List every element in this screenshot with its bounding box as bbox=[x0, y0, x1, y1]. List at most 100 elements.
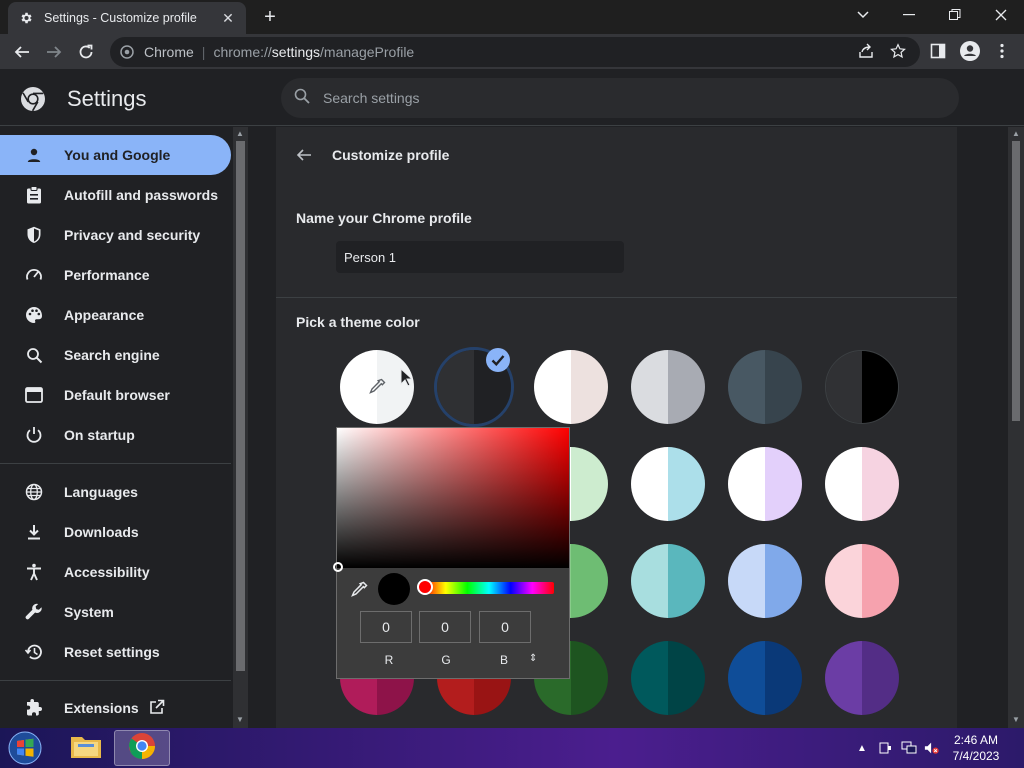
back-icon[interactable] bbox=[8, 38, 36, 66]
red-channel-input[interactable] bbox=[360, 611, 412, 643]
show-hidden-icons-icon[interactable]: ▲ bbox=[854, 740, 870, 756]
gear-icon bbox=[18, 10, 34, 26]
color-swatch[interactable] bbox=[631, 447, 705, 521]
green-channel-input[interactable] bbox=[419, 611, 471, 643]
page-scrollbar-thumb[interactable] bbox=[1012, 141, 1020, 421]
chrome-icon bbox=[128, 732, 156, 765]
sidebar-item-default-browser[interactable]: Default browser bbox=[0, 375, 231, 415]
taskbar-file-explorer[interactable] bbox=[58, 730, 114, 766]
settings-header: Settings bbox=[0, 70, 1024, 126]
profile-name-label: Name your Chrome profile bbox=[296, 210, 472, 226]
swatch-right-half bbox=[571, 544, 608, 618]
taskbar-clock[interactable]: 2:46 AM 7/4/2023 bbox=[948, 732, 1004, 764]
new-tab-button[interactable]: + bbox=[258, 6, 282, 28]
reload-icon[interactable] bbox=[72, 38, 100, 66]
start-button[interactable] bbox=[6, 730, 44, 766]
volume-muted-icon[interactable] bbox=[924, 740, 940, 756]
color-swatch[interactable] bbox=[728, 447, 802, 521]
eyedropper-icon[interactable] bbox=[349, 580, 369, 600]
swatch-right-half bbox=[571, 641, 608, 715]
color-swatch[interactable] bbox=[825, 447, 899, 521]
green-channel-label: G bbox=[441, 653, 451, 667]
forward-icon[interactable] bbox=[40, 38, 68, 66]
accessibility-icon bbox=[24, 562, 44, 582]
browser-tab[interactable]: Settings - Customize profile ✕ bbox=[8, 2, 246, 34]
settings-search-box[interactable] bbox=[281, 78, 959, 118]
swatch-right-half bbox=[765, 544, 802, 618]
sidebar-scrollbar[interactable]: ▲ ▼ bbox=[233, 127, 248, 728]
scroll-up-arrow-icon[interactable]: ▲ bbox=[236, 129, 244, 138]
swatch-right-half bbox=[862, 351, 898, 423]
sidebar-scrollbar-thumb[interactable] bbox=[236, 141, 245, 671]
sidebar-item-you-and-google[interactable]: You and Google bbox=[0, 135, 231, 175]
sidebar-item-privacy[interactable]: Privacy and security bbox=[0, 215, 231, 255]
address-bar[interactable]: Chrome | chrome://settings/manageProfile bbox=[110, 37, 920, 67]
bookmark-star-icon[interactable] bbox=[886, 39, 910, 63]
sidebar-item-label: Autofill and passwords bbox=[64, 187, 219, 203]
network-icon[interactable] bbox=[901, 740, 917, 756]
swatch-right-half bbox=[571, 447, 608, 521]
sidebar-item-performance[interactable]: Performance bbox=[0, 255, 231, 295]
sidebar-item-accessibility[interactable]: Accessibility bbox=[0, 552, 231, 592]
sidebar-item-system[interactable]: System bbox=[0, 592, 231, 632]
scroll-down-arrow-icon[interactable]: ▼ bbox=[236, 715, 244, 724]
scroll-down-arrow-icon[interactable]: ▼ bbox=[1012, 715, 1020, 724]
url-host: settings bbox=[271, 44, 321, 60]
hue-slider[interactable] bbox=[424, 582, 554, 594]
blue-channel-input[interactable] bbox=[479, 611, 531, 643]
menu-kebab-icon[interactable] bbox=[990, 39, 1014, 63]
url-path: /manageProfile bbox=[320, 44, 415, 60]
close-window-button[interactable] bbox=[978, 0, 1024, 30]
sidebar-divider bbox=[0, 680, 231, 681]
color-swatch[interactable] bbox=[825, 641, 899, 715]
taskbar-chrome[interactable] bbox=[114, 730, 170, 766]
tray-device-icon[interactable] bbox=[877, 740, 893, 756]
swatch-left-half bbox=[631, 447, 668, 521]
sidebar-item-on-startup[interactable]: On startup bbox=[0, 415, 231, 455]
minimize-button[interactable] bbox=[886, 0, 932, 30]
sidebar-item-languages[interactable]: Languages bbox=[0, 472, 231, 512]
sidebar-item-label: Default browser bbox=[64, 387, 170, 403]
clipboard-icon bbox=[24, 185, 44, 205]
search-icon bbox=[24, 345, 44, 365]
profile-name-input[interactable] bbox=[336, 241, 624, 273]
swatch-right-half bbox=[668, 544, 705, 618]
tab-search-icon[interactable] bbox=[840, 0, 886, 30]
back-arrow-icon[interactable] bbox=[294, 145, 314, 165]
hue-slider-thumb[interactable] bbox=[417, 579, 433, 595]
share-icon[interactable] bbox=[854, 39, 878, 63]
sidebar-item-extensions[interactable]: Extensions bbox=[0, 688, 231, 728]
scroll-up-arrow-icon[interactable]: ▲ bbox=[1012, 129, 1020, 138]
color-swatch[interactable] bbox=[728, 641, 802, 715]
browser-window-icon bbox=[24, 385, 44, 405]
windows-taskbar: ▲ 2:46 AM 7/4/2023 bbox=[0, 728, 1024, 768]
color-swatch[interactable] bbox=[825, 350, 899, 424]
swatch-right-half bbox=[862, 447, 899, 521]
color-swatch[interactable] bbox=[728, 350, 802, 424]
page-title: Customize profile bbox=[332, 147, 450, 163]
sidebar-item-reset-settings[interactable]: Reset settings bbox=[0, 632, 231, 672]
page-scrollbar[interactable]: ▲ ▼ bbox=[1008, 127, 1024, 728]
sidebar-item-search-engine[interactable]: Search engine bbox=[0, 335, 231, 375]
sidebar-item-appearance[interactable]: Appearance bbox=[0, 295, 231, 335]
saturation-value-cursor[interactable] bbox=[333, 562, 343, 572]
format-toggle-button[interactable]: ⇕ bbox=[529, 653, 537, 664]
side-panel-icon[interactable] bbox=[926, 39, 950, 63]
color-swatch[interactable] bbox=[631, 544, 705, 618]
chrome-logo-icon bbox=[20, 86, 46, 112]
color-swatch[interactable] bbox=[728, 544, 802, 618]
sidebar-item-autofill[interactable]: Autofill and passwords bbox=[0, 175, 231, 215]
close-tab-icon[interactable]: ✕ bbox=[220, 10, 236, 26]
saturation-value-area[interactable] bbox=[337, 428, 569, 568]
sidebar-item-label: Reset settings bbox=[64, 644, 160, 660]
color-swatch[interactable] bbox=[631, 641, 705, 715]
sidebar-item-label: Privacy and security bbox=[64, 227, 201, 243]
color-swatch[interactable] bbox=[631, 350, 705, 424]
restore-button[interactable] bbox=[932, 0, 978, 30]
profile-avatar-icon[interactable] bbox=[958, 39, 982, 63]
color-preview-circle bbox=[378, 573, 410, 605]
color-swatch[interactable] bbox=[534, 350, 608, 424]
search-input[interactable] bbox=[323, 90, 883, 106]
sidebar-item-downloads[interactable]: Downloads bbox=[0, 512, 231, 552]
color-swatch[interactable] bbox=[825, 544, 899, 618]
